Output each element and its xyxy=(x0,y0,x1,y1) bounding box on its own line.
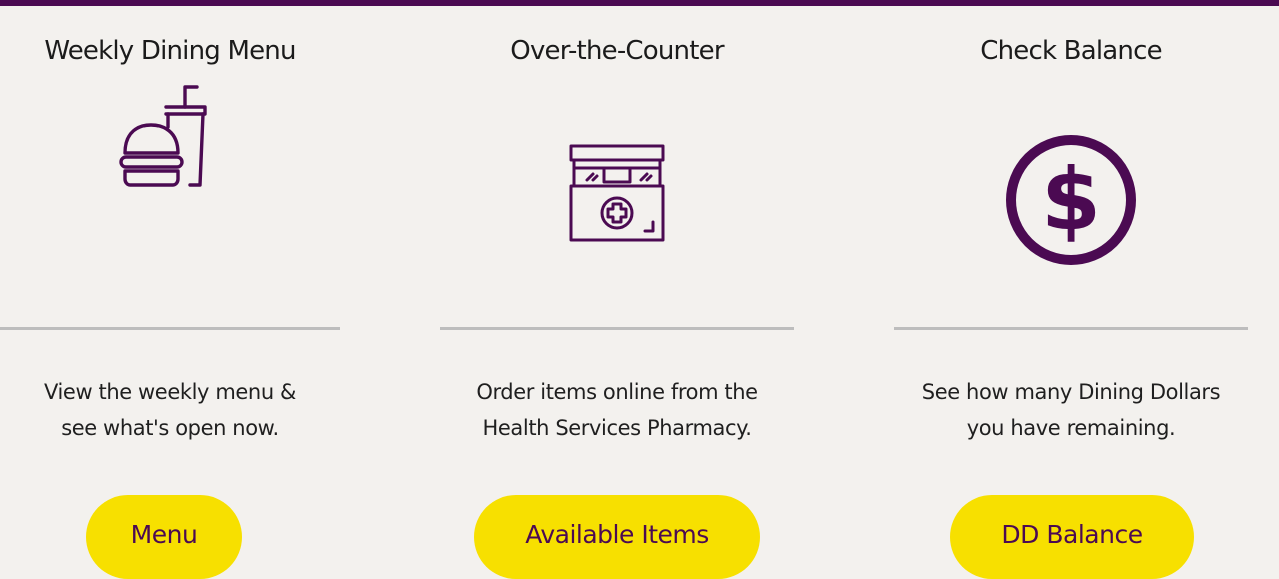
pharmacy-store-icon xyxy=(567,142,667,250)
card-weekly-dining-menu: Weekly Dining Menu View the weekly menu … xyxy=(0,6,340,579)
svg-text:$: $ xyxy=(1041,150,1101,250)
description-line: Health Services Pharmacy. xyxy=(482,416,752,440)
card-title: Check Balance xyxy=(980,36,1162,66)
description-line: see what's open now. xyxy=(61,416,279,440)
available-items-button[interactable]: Available Items xyxy=(474,495,760,579)
description-line: See how many Dining Dollars xyxy=(921,380,1221,404)
description-line: you have remaining. xyxy=(966,416,1176,440)
divider xyxy=(0,327,340,330)
divider xyxy=(894,327,1248,330)
menu-button[interactable]: Menu xyxy=(86,495,242,579)
description-line: Order items online from the xyxy=(476,380,758,404)
card-check-balance: Check Balance $ See how many Dining Doll… xyxy=(894,6,1248,579)
burger-drink-icon xyxy=(115,81,225,195)
divider xyxy=(440,327,794,330)
dd-balance-button[interactable]: DD Balance xyxy=(950,495,1194,579)
card-description: See how many Dining Dollars you have rem… xyxy=(894,374,1248,446)
card-description: View the weekly menu & see what's open n… xyxy=(0,374,340,446)
dollar-circle-icon: $ xyxy=(1003,132,1139,272)
card-description: Order items online from the Health Servi… xyxy=(440,374,794,446)
card-title: Weekly Dining Menu xyxy=(44,36,296,66)
card-title: Over-the-Counter xyxy=(510,36,724,66)
card-over-the-counter: Over-the-Counter Order items online from… xyxy=(440,6,794,579)
description-line: View the weekly menu & xyxy=(43,380,296,404)
